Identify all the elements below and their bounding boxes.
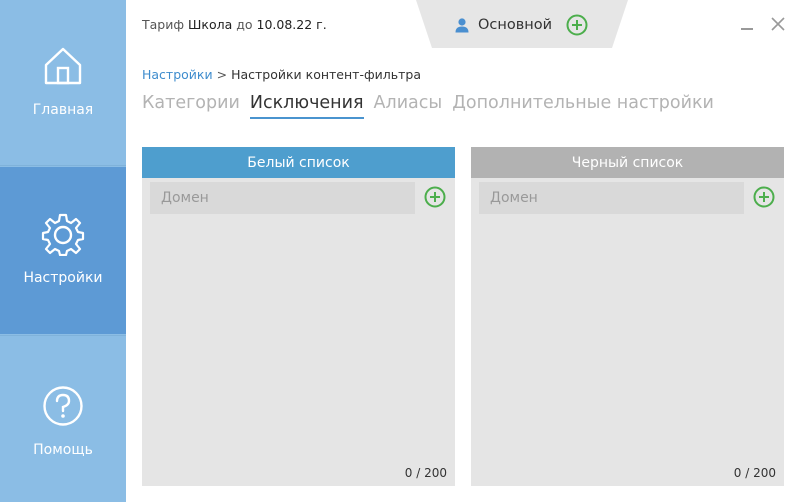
tab-aliases[interactable]: Алиасы — [374, 93, 443, 119]
blacklist-title: Черный список — [471, 147, 784, 178]
tab-categories[interactable]: Категории — [142, 93, 240, 119]
plan-date: 10.08.22 г. — [256, 17, 327, 32]
tab-exceptions[interactable]: Исключения — [249, 93, 364, 119]
profile-name: Основной — [478, 17, 553, 33]
tab-bar: Категории Исключения Алиасы Дополнительн… — [142, 93, 724, 119]
tab-additional-settings[interactable]: Дополнительные настройки — [452, 93, 714, 119]
breadcrumb-current: Настройки контент-фильтра — [231, 67, 421, 82]
add-profile-icon[interactable] — [566, 14, 588, 36]
whitelist-add-icon[interactable] — [424, 186, 446, 208]
blacklist-counter: 0 / 200 — [733, 466, 776, 480]
close-icon[interactable] — [770, 16, 786, 32]
breadcrumb-separator: > — [216, 67, 228, 82]
home-icon — [44, 47, 82, 85]
gear-icon — [41, 213, 85, 256]
blacklist-domain-input[interactable] — [479, 182, 744, 214]
profile-selector[interactable]: Основной — [454, 14, 588, 36]
blacklist-panel: Черный список 0 / 200 — [471, 147, 784, 486]
whitelist-title: Белый список — [142, 147, 455, 178]
breadcrumb: Настройки > Настройки контент-фильтра — [142, 67, 421, 82]
whitelist-panel: Белый список 0 / 200 — [142, 147, 455, 486]
minimize-icon[interactable] — [739, 16, 755, 32]
plan-until: до — [236, 17, 253, 32]
sidebar-item-label: Главная — [32, 102, 94, 118]
whitelist-domain-input[interactable] — [150, 182, 415, 214]
sidebar-item-home[interactable]: Главная — [0, 0, 126, 166]
breadcrumb-settings-link[interactable]: Настройки — [142, 67, 213, 82]
sidebar: Главная Настройки Помощь — [0, 0, 126, 502]
sidebar-item-settings[interactable]: Настройки — [0, 167, 126, 334]
sidebar-item-label: Настройки — [23, 270, 103, 286]
plan-info: Тариф Школа до 10.08.22 г. — [142, 17, 327, 32]
sidebar-item-label: Помощь — [33, 442, 93, 458]
user-icon — [455, 18, 469, 33]
plan-name: Школа — [188, 17, 233, 32]
blacklist-add-icon[interactable] — [753, 186, 775, 208]
whitelist-counter: 0 / 200 — [404, 466, 447, 480]
help-icon — [43, 386, 83, 426]
plan-prefix: Тариф — [142, 17, 185, 32]
sidebar-item-help[interactable]: Помощь — [0, 335, 126, 502]
profile-tab[interactable]: Основной — [416, 0, 628, 48]
